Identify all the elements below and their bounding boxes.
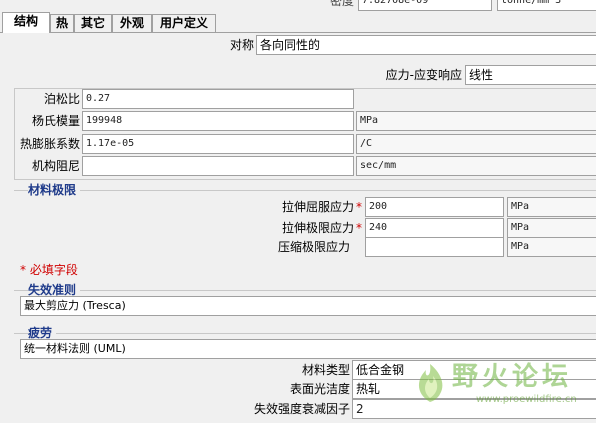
density-field[interactable]: 7.82708e-09 <box>358 0 492 11</box>
compressive-ultimate-unit[interactable]: MPa <box>507 237 596 257</box>
thermal-expansion-unit[interactable]: /C <box>356 134 596 154</box>
limits-group-title: 材料极限 <box>28 182 81 198</box>
tensile-yield-unit[interactable]: MPa <box>507 197 596 217</box>
limits-group-line <box>14 190 596 191</box>
poisson-field[interactable]: 0.27 <box>82 89 354 109</box>
strength-reduction-field[interactable]: 2 <box>352 399 596 419</box>
tab-appearance[interactable]: 外观 <box>112 14 152 32</box>
strength-reduction-label: 失效强度衰减因子 <box>253 402 350 416</box>
material-type-label: 材料类型 <box>301 363 350 377</box>
surface-finish-label: 表面光洁度 <box>289 382 350 396</box>
required-asterisk: * <box>356 221 362 235</box>
tab-structural[interactable]: 结构 <box>2 12 50 33</box>
required-asterisk: * <box>356 200 362 214</box>
tensile-ultimate-field[interactable]: 240 <box>365 218 504 238</box>
fatigue-method-select[interactable]: 统一材料法则 (UML) <box>20 339 596 359</box>
compressive-ultimate-label: 压缩极限应力 <box>277 240 350 254</box>
failure-criterion-select[interactable]: 最大剪应力 (Tresca) <box>20 296 596 316</box>
tab-user-defined[interactable]: 用户定义 <box>152 14 216 32</box>
density-label: 密度 <box>329 0 354 8</box>
tensile-yield-label: 拉伸屈服应力 * <box>250 197 362 217</box>
stress-strain-select[interactable]: 线性 <box>465 65 596 85</box>
required-fields-note: * 必填字段 <box>20 263 78 277</box>
thermal-expansion-field[interactable]: 1.17e-05 <box>82 134 354 154</box>
surface-finish-select[interactable]: 热轧 <box>352 379 596 399</box>
poisson-label: 泊松比 <box>43 92 80 106</box>
compressive-ultimate-field[interactable] <box>365 237 504 257</box>
tensile-ultimate-label: 拉伸极限应力 * <box>250 218 362 238</box>
fatigue-group-line <box>14 333 596 334</box>
tensile-ultimate-unit[interactable]: MPa <box>507 218 596 238</box>
tensile-yield-text: 拉伸屈服应力 <box>281 200 354 214</box>
tab-misc[interactable]: 其它 <box>74 14 112 32</box>
failure-group-line <box>14 290 596 291</box>
youngs-modulus-field[interactable]: 199948 <box>82 111 354 131</box>
material-type-select[interactable]: 低合金钢 <box>352 360 596 380</box>
damping-field[interactable] <box>82 156 354 176</box>
symmetry-label: 对称 <box>229 38 254 52</box>
tensile-yield-field[interactable]: 200 <box>365 197 504 217</box>
stress-strain-label: 应力-应变响应 <box>385 68 462 82</box>
density-unit-field[interactable]: tonne/mm^3 <box>497 0 596 11</box>
youngs-modulus-label: 杨氏模量 <box>31 114 80 128</box>
symmetry-select[interactable]: 各向同性的 <box>256 35 596 55</box>
thermal-expansion-label: 热膨胀系数 <box>19 137 80 151</box>
tensile-ultimate-text: 拉伸极限应力 <box>281 221 354 235</box>
youngs-modulus-unit[interactable]: MPa <box>356 111 596 131</box>
damping-unit[interactable]: sec/mm <box>356 156 596 176</box>
tab-thermal[interactable]: 热 <box>50 14 74 32</box>
damping-label: 机构阻尼 <box>31 159 80 173</box>
